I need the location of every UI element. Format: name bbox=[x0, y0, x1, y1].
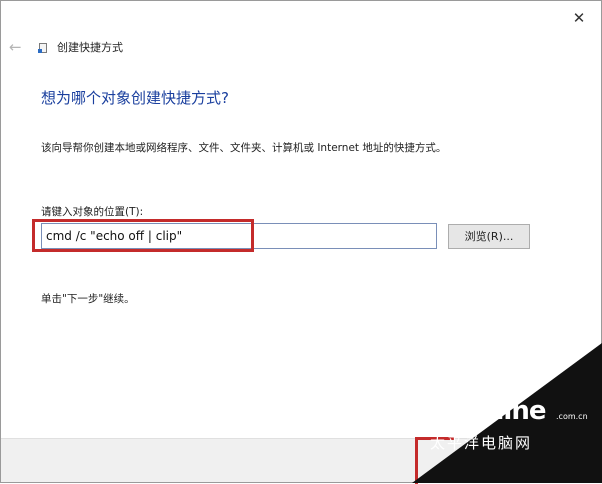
location-label: 请键入对象的位置(T): bbox=[41, 206, 144, 218]
back-button[interactable]: ← bbox=[9, 38, 29, 56]
window-title: 创建快捷方式 bbox=[57, 41, 123, 54]
wizard-description: 该向导帮你创建本地或网络程序、文件、文件夹、计算机或 Internet 地址的快… bbox=[41, 142, 447, 154]
next-hint: 单击"下一步"继续。 bbox=[41, 293, 135, 305]
watermark-chinese: 太平洋电脑网 bbox=[430, 434, 533, 452]
location-input[interactable] bbox=[41, 223, 437, 249]
close-icon: ✕ bbox=[572, 9, 586, 27]
watermark-domain: .com.cn bbox=[556, 412, 588, 421]
watermark-logo: PConline bbox=[425, 396, 546, 426]
browse-button[interactable]: 浏览(R)... bbox=[448, 224, 530, 249]
back-arrow-icon: ← bbox=[9, 38, 22, 56]
page-heading: 想为哪个对象创建快捷方式? bbox=[41, 89, 229, 107]
shortcut-app-icon bbox=[37, 41, 47, 53]
title-bar: ← 创建快捷方式 bbox=[9, 37, 123, 57]
close-button[interactable]: ✕ bbox=[565, 5, 593, 31]
